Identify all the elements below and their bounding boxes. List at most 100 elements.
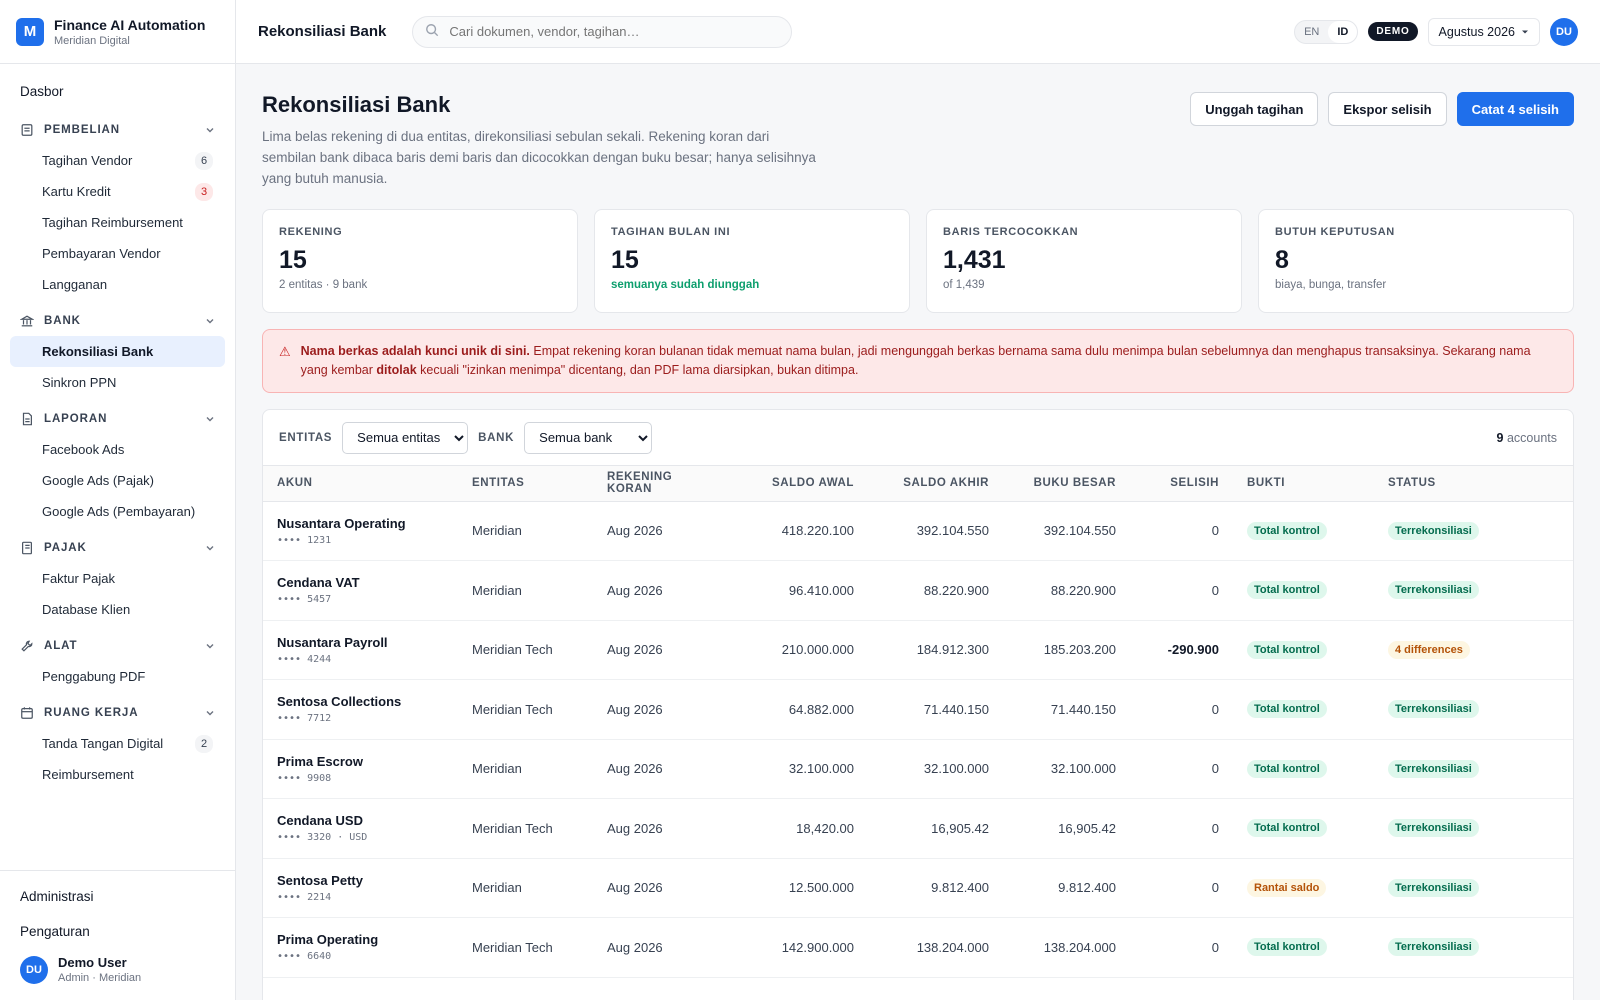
- sidebar-item-tanda-tangan-digital[interactable]: Tanda Tangan Digital 2: [10, 728, 225, 759]
- table-row[interactable]: Cendana USD •••• 3320 · USD Meridian Tech A…: [263, 798, 1573, 859]
- stat-subtext: 2 entitas · 9 bank: [279, 279, 368, 291]
- sidebar-item-label: Google Ads (Pajak): [42, 473, 155, 488]
- account-name[interactable]: Cendana USD: [277, 813, 444, 828]
- page-title: Rekonsiliasi Bank: [262, 92, 451, 117]
- opening-balance-cell: 142.900.000: [728, 917, 868, 978]
- status-badge[interactable]: Terrekonsiliasi: [1388, 581, 1479, 600]
- brand[interactable]: M Finance AI Automation Meridian Digital: [0, 0, 235, 64]
- sidebar-item-rekonsiliasi-bank[interactable]: Rekonsiliasi Bank: [10, 336, 225, 367]
- sidebar-item-google-ads-pembayaran[interactable]: Google Ads (Pembayaran): [10, 496, 225, 527]
- column-header-selisih[interactable]: SELISIH: [1130, 466, 1233, 502]
- sidebar-item-tagihan-reimbursement[interactable]: Tagihan Reimbursement: [10, 207, 225, 238]
- status-badge[interactable]: 4 differences: [1388, 640, 1470, 659]
- user-profile[interactable]: DU Demo User Admin · Meridian: [20, 955, 215, 984]
- column-header-bukti[interactable]: BUKTI: [1233, 466, 1374, 502]
- chevron-down-icon[interactable]: [205, 414, 215, 424]
- sidebar-item-administrasi[interactable]: Administrasi: [20, 885, 215, 908]
- sidebar-item-google-ads-pajak[interactable]: Google Ads (Pajak): [10, 465, 225, 496]
- sidebar-item-tagihan-vendor[interactable]: Tagihan Vendor 6: [10, 145, 225, 176]
- account-name[interactable]: Nusantara Payroll: [277, 635, 444, 650]
- sidebar-item-pembayaran-vendor[interactable]: Pembayaran Vendor: [10, 238, 225, 269]
- status-badge[interactable]: Terrekonsiliasi: [1388, 938, 1479, 957]
- language-switch: EN ID: [1294, 19, 1359, 44]
- proof-badge: Total kontrol: [1247, 759, 1327, 778]
- table-row[interactable]: Nusantara Tax: [263, 977, 1573, 1000]
- sidebar-item-reimbursement[interactable]: Reimbursement: [10, 759, 225, 790]
- export-differences-button[interactable]: Ekspor selisih: [1328, 92, 1447, 126]
- proof-cell: Total kontrol: [1233, 917, 1374, 978]
- proof-badge: Total kontrol: [1247, 521, 1327, 540]
- sidebar-item-label: Reimbursement: [42, 767, 134, 782]
- table-row[interactable]: Prima Escrow •••• 9908 Meridian Aug 2026 32.…: [263, 739, 1573, 799]
- warning-icon: ⚠: [279, 344, 291, 359]
- status-badge[interactable]: Terrekonsiliasi: [1388, 521, 1479, 540]
- nav-section-bank[interactable]: BANK: [10, 306, 225, 336]
- column-header-saldo-awal[interactable]: SALDO AWAL: [728, 466, 868, 502]
- sidebar-item-database-klien[interactable]: Database Klien: [10, 594, 225, 625]
- bank-filter-label: BANK: [478, 431, 515, 444]
- alert-bold-mid: ditolak: [376, 363, 417, 377]
- column-header-rekening-koran[interactable]: REKENING KORAN: [593, 466, 728, 502]
- calendar-icon: [20, 706, 34, 720]
- nav-section-alat[interactable]: ALAT: [10, 631, 225, 661]
- sidebar-item-langganan[interactable]: Langganan: [10, 269, 225, 300]
- chevron-down-icon[interactable]: [205, 641, 215, 651]
- upload-statement-button[interactable]: Unggah tagihan: [1190, 92, 1319, 126]
- table-row[interactable]: Prima Operating •••• 6640 Meridian Tech Aug…: [263, 917, 1573, 978]
- status-cell: Terrekonsiliasi: [1374, 560, 1573, 621]
- status-badge[interactable]: Terrekonsiliasi: [1388, 700, 1479, 719]
- status-badge[interactable]: Terrekonsiliasi: [1388, 819, 1479, 838]
- lang-en-option[interactable]: EN: [1295, 21, 1328, 43]
- column-header-saldo-akhir[interactable]: SALDO AKHIR: [868, 466, 1003, 502]
- sidebar-item-kartu-kredit[interactable]: Kartu Kredit 3: [10, 176, 225, 207]
- table-row[interactable]: Sentosa Collections •••• 7712 Meridian Tec…: [263, 679, 1573, 740]
- account-name[interactable]: Prima Operating: [277, 932, 444, 947]
- table-row[interactable]: Cendana VAT •••• 5457 Meridian Aug 2026 96.4…: [263, 560, 1573, 621]
- proof-badge: Total kontrol: [1247, 819, 1327, 838]
- table-row[interactable]: Sentosa Petty •••• 2214 Meridian Aug 2026 12…: [263, 858, 1573, 918]
- chevron-down-icon[interactable]: [205, 543, 215, 553]
- sidebar-item-faktur-pajak[interactable]: Faktur Pajak: [10, 563, 225, 594]
- ledger-balance-cell: 185.203.200: [1003, 620, 1130, 680]
- sidebar-item-facebook-ads[interactable]: Facebook Ads: [10, 434, 225, 465]
- account-name[interactable]: Sentosa Petty: [277, 873, 444, 888]
- status-badge[interactable]: Terrekonsiliasi: [1388, 759, 1479, 778]
- statement-cell: Aug 2026: [593, 620, 728, 680]
- search-input[interactable]: [449, 24, 780, 39]
- sidebar-item-sinkron-ppn[interactable]: Sinkron PPN: [10, 367, 225, 398]
- search-box[interactable]: [412, 15, 793, 48]
- nav-section-ruang-kerja[interactable]: RUANG KERJA: [10, 698, 225, 728]
- account-name[interactable]: Cendana VAT: [277, 575, 444, 590]
- chevron-down-icon[interactable]: [205, 316, 215, 326]
- lang-id-option[interactable]: ID: [1328, 20, 1358, 43]
- bank-filter-select[interactable]: Semua bank: [524, 421, 653, 454]
- topbar-avatar[interactable]: DU: [1550, 17, 1578, 46]
- account-name[interactable]: Prima Escrow: [277, 754, 444, 769]
- column-header-entitas[interactable]: ENTITAS: [458, 466, 593, 502]
- account-name[interactable]: Sentosa Collections: [277, 694, 444, 709]
- entity-filter-select[interactable]: Semua entitas: [342, 421, 469, 454]
- account-name[interactable]: Nusantara Operating: [277, 516, 444, 531]
- brand-logo: M: [16, 17, 44, 46]
- sidebar-item-label: Kartu Kredit: [42, 184, 111, 199]
- page-header: Rekonsiliasi Bank Lima belas rekening di…: [262, 92, 1574, 189]
- status-badge[interactable]: Terrekonsiliasi: [1388, 878, 1479, 897]
- column-header-akun[interactable]: AKUN: [263, 466, 458, 502]
- table-row[interactable]: Nusantara Operating •••• 1231 Meridian Aug …: [263, 501, 1573, 561]
- column-header-status[interactable]: STATUS: [1374, 466, 1573, 502]
- nav-section-pajak[interactable]: PAJAK: [10, 533, 225, 563]
- sidebar-item-pengaturan[interactable]: Pengaturan: [20, 920, 215, 943]
- chevron-down-icon[interactable]: [205, 708, 215, 718]
- period-selector[interactable]: Agustus 2026: [1427, 17, 1540, 46]
- nav-section-laporan[interactable]: LAPORAN: [10, 404, 225, 434]
- sidebar-item-dasbor[interactable]: Dasbor: [10, 74, 225, 109]
- proof-badge: Total kontrol: [1247, 700, 1327, 719]
- table-row[interactable]: Nusantara Payroll •••• 4244 Meridian Tech A…: [263, 620, 1573, 680]
- account-cell: Nusantara Operating •••• 1231: [263, 501, 458, 561]
- chevron-down-icon[interactable]: [205, 125, 215, 135]
- nav-section-label: LAPORAN: [44, 413, 108, 425]
- sidebar-item-penggabung-pdf[interactable]: Penggabung PDF: [10, 661, 225, 692]
- column-header-buku-besar[interactable]: BUKU BESAR: [1003, 466, 1130, 502]
- nav-section-pembelian[interactable]: PEMBELIAN: [10, 115, 225, 145]
- record-differences-button[interactable]: Catat 4 selisih: [1456, 92, 1574, 126]
